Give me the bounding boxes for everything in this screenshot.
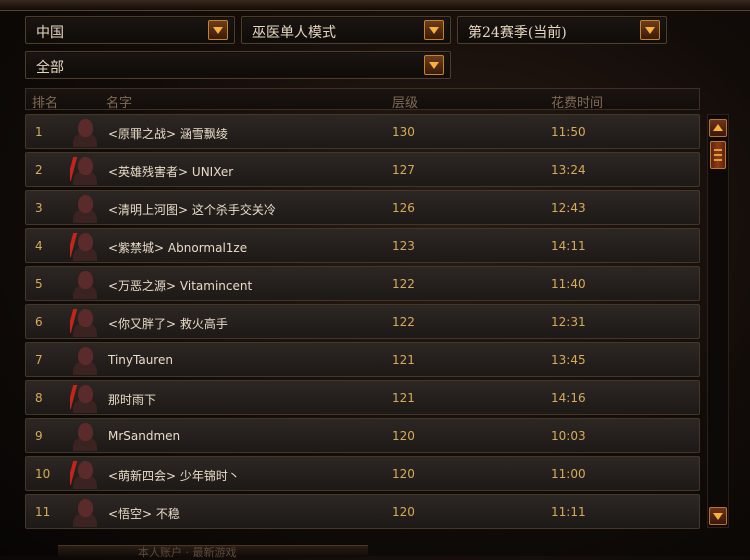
arrow-down-icon[interactable] bbox=[709, 507, 727, 525]
top-frame-bar bbox=[0, 0, 750, 11]
row-time: 12:31 bbox=[551, 315, 586, 329]
witch-doctor-portrait-icon bbox=[70, 421, 100, 451]
column-header-name[interactable]: 名字 bbox=[106, 92, 132, 111]
row-rank: 8 bbox=[35, 391, 43, 405]
row-player-name: <悟空> 不稳 bbox=[108, 507, 180, 521]
bottom-tab-label[interactable]: 本人账户 · 最新游戏 bbox=[138, 544, 237, 560]
row-player-name: <万恶之源> Vitamincent bbox=[108, 279, 253, 293]
bottom-tab-bar: 本人账户 · 最新游戏 bbox=[58, 544, 368, 560]
mode-dropdown[interactable]: 巫医单人模式 bbox=[241, 16, 451, 44]
season-dropdown[interactable]: 第24赛季(当前) bbox=[457, 16, 667, 44]
mode-dropdown-value: 巫医单人模式 bbox=[252, 25, 336, 41]
chevron-down-icon[interactable] bbox=[208, 20, 228, 40]
leaderboard-list: 1 <原罪之战> 涵雪飘绫 130 11:50 2 <英雄残害者> UNIXer 127 13… bbox=[25, 114, 700, 532]
row-time: 11:50 bbox=[551, 125, 586, 139]
row-player-name: <清明上河图> 这个杀手交关冷 bbox=[108, 203, 276, 217]
leaderboard-scrollbar[interactable] bbox=[707, 114, 729, 528]
row-level: 122 bbox=[392, 277, 415, 291]
leaderboard-row[interactable]: 6 <你又胖了> 救火高手 122 12:31 bbox=[25, 304, 700, 339]
leaderboard-row[interactable]: 4 <紫禁城> Abnormal1ze 123 14:11 bbox=[25, 228, 700, 263]
region-dropdown[interactable]: 中国 bbox=[25, 16, 235, 44]
row-level: 121 bbox=[392, 353, 415, 367]
row-rank: 1 bbox=[35, 125, 43, 139]
chevron-down-icon[interactable] bbox=[424, 55, 444, 75]
row-rank: 4 bbox=[35, 239, 43, 253]
row-level: 120 bbox=[392, 467, 415, 481]
column-header-level[interactable]: 层级 bbox=[392, 92, 418, 111]
leaderboard-row[interactable]: 2 <英雄残害者> UNIXer 127 13:24 bbox=[25, 152, 700, 187]
witch-doctor-portrait-icon bbox=[70, 497, 100, 527]
row-level: 120 bbox=[392, 429, 415, 443]
row-level: 123 bbox=[392, 239, 415, 253]
leaderboard-row[interactable]: 3 <清明上河图> 这个杀手交关冷 126 12:43 bbox=[25, 190, 700, 225]
row-level: 122 bbox=[392, 315, 415, 329]
row-level: 121 bbox=[392, 391, 415, 405]
witch-doctor-portrait-icon bbox=[70, 117, 100, 147]
column-header-time[interactable]: 花费时间 bbox=[551, 92, 603, 111]
leaderboard-row[interactable]: 1 <原罪之战> 涵雪飘绫 130 11:50 bbox=[25, 114, 700, 149]
column-header-rank[interactable]: 排名 bbox=[32, 92, 58, 111]
row-level: 126 bbox=[392, 201, 415, 215]
witch-doctor-portrait-icon bbox=[70, 383, 100, 413]
witch-doctor-portrait-icon bbox=[70, 307, 100, 337]
row-player-name: <紫禁城> Abnormal1ze bbox=[108, 241, 248, 255]
row-player-name: <萌新四会> 少年锦时丶 bbox=[108, 469, 240, 483]
leaderboard-row[interactable]: 8 那时雨下 121 14:16 bbox=[25, 380, 700, 415]
region-dropdown-value: 中国 bbox=[36, 25, 64, 41]
row-time: 14:16 bbox=[551, 391, 586, 405]
leaderboard-row[interactable]: 11 <悟空> 不稳 120 11:11 bbox=[25, 494, 700, 529]
row-time: 13:24 bbox=[551, 163, 586, 177]
scrollbar-thumb[interactable] bbox=[710, 141, 726, 169]
row-rank: 9 bbox=[35, 429, 43, 443]
row-time: 11:11 bbox=[551, 505, 586, 519]
arrow-up-icon[interactable] bbox=[709, 119, 727, 137]
row-player-name: <英雄残害者> UNIXer bbox=[108, 165, 234, 179]
witch-doctor-portrait-icon bbox=[70, 231, 100, 261]
row-level: 127 bbox=[392, 163, 415, 177]
leaderboard-row[interactable]: 10 <萌新四会> 少年锦时丶 120 11:00 bbox=[25, 456, 700, 491]
row-rank: 3 bbox=[35, 201, 43, 215]
row-player-name: <你又胖了> 救火高手 bbox=[108, 317, 228, 331]
row-rank: 6 bbox=[35, 315, 43, 329]
row-rank: 11 bbox=[35, 505, 51, 519]
row-rank: 5 bbox=[35, 277, 43, 291]
chevron-down-icon[interactable] bbox=[640, 20, 660, 40]
leaderboard-row[interactable]: 5 <万恶之源> Vitamincent 122 11:40 bbox=[25, 266, 700, 301]
leaderboard-header: 排名 名字 层级 花费时间 bbox=[25, 88, 700, 111]
row-player-name: 那时雨下 bbox=[108, 393, 157, 407]
row-time: 14:11 bbox=[551, 239, 586, 253]
season-dropdown-value: 第24赛季(当前) bbox=[468, 25, 567, 41]
row-player-name: TinyTauren bbox=[108, 353, 173, 367]
row-rank: 2 bbox=[35, 163, 43, 177]
row-time: 11:40 bbox=[551, 277, 586, 291]
row-time: 10:03 bbox=[551, 429, 586, 443]
leaderboard-row[interactable]: 9 MrSandmen 120 10:03 bbox=[25, 418, 700, 453]
row-time: 13:45 bbox=[551, 353, 586, 367]
witch-doctor-portrait-icon bbox=[70, 155, 100, 185]
chevron-down-icon[interactable] bbox=[424, 20, 444, 40]
witch-doctor-portrait-icon bbox=[70, 345, 100, 375]
row-player-name: MrSandmen bbox=[108, 429, 181, 443]
witch-doctor-portrait-icon bbox=[70, 193, 100, 223]
row-player-name: <原罪之战> 涵雪飘绫 bbox=[108, 127, 228, 141]
row-level: 130 bbox=[392, 125, 415, 139]
scope-dropdown-value: 全部 bbox=[36, 60, 64, 76]
row-time: 11:00 bbox=[551, 467, 586, 481]
witch-doctor-portrait-icon bbox=[70, 269, 100, 299]
row-rank: 7 bbox=[35, 353, 43, 367]
row-rank: 10 bbox=[35, 467, 51, 481]
row-level: 120 bbox=[392, 505, 415, 519]
scope-dropdown[interactable]: 全部 bbox=[25, 51, 451, 79]
row-time: 12:43 bbox=[551, 201, 586, 215]
witch-doctor-portrait-icon bbox=[70, 459, 100, 489]
leaderboard-row[interactable]: 7 TinyTauren 121 13:45 bbox=[25, 342, 700, 377]
